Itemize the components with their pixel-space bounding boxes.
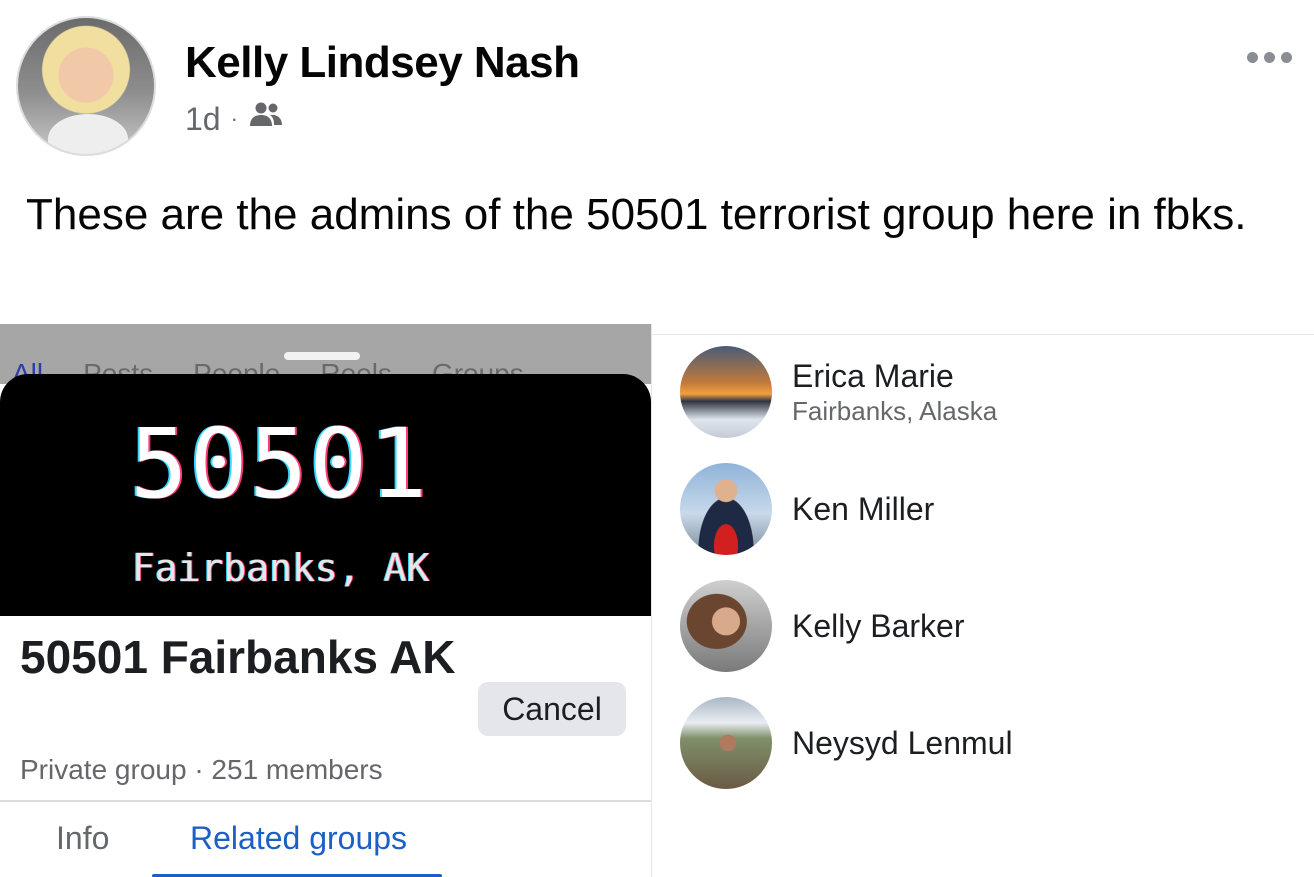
person-name[interactable]: Kelly Barker (792, 608, 965, 645)
tab-info[interactable]: Info (56, 820, 109, 857)
group-title: 50501 Fairbanks AK (20, 631, 456, 683)
friends-icon[interactable] (248, 100, 284, 138)
list-item[interactable]: Kelly Barker (680, 580, 1280, 672)
grab-handle[interactable] (284, 352, 360, 360)
person-name[interactable]: Neysyd Lenmul (792, 725, 1013, 762)
divider (0, 800, 651, 802)
meta-separator: · (230, 106, 238, 131)
person-name[interactable]: Ken Miller (792, 491, 934, 528)
list-item[interactable]: Neysyd Lenmul (680, 697, 1280, 789)
avatar[interactable] (680, 697, 772, 789)
avatar[interactable] (680, 346, 772, 438)
more-dots-icon[interactable] (1247, 52, 1292, 63)
post-time[interactable]: 1d (185, 101, 221, 138)
cover-location: Fairbanks, AK (132, 546, 430, 590)
group-meta: Private group · 251 members (20, 754, 383, 785)
group-screenshot[interactable]: All Posts People Reels Groups 50501 Fair… (0, 324, 651, 877)
author-name[interactable]: Kelly Lindsey Nash (185, 38, 580, 88)
list-item[interactable]: Erica Marie Fairbanks, Alaska (680, 346, 1280, 438)
horizontal-divider (652, 334, 1314, 335)
cover-number: 50501 (130, 408, 429, 520)
author-avatar[interactable] (16, 16, 156, 156)
avatar[interactable] (680, 463, 772, 555)
list-item[interactable]: Ken Miller (680, 463, 1280, 555)
cancel-button[interactable]: Cancel (478, 682, 626, 736)
vertical-divider (651, 324, 652, 877)
person-location: Fairbanks, Alaska (792, 396, 998, 426)
person-name[interactable]: Erica Marie (792, 358, 954, 395)
avatar[interactable] (680, 580, 772, 672)
post-text: These are the admins of the 50501 terror… (26, 190, 1247, 239)
post-meta: 1d · (185, 100, 284, 138)
tab-related-groups[interactable]: Related groups (190, 820, 407, 857)
